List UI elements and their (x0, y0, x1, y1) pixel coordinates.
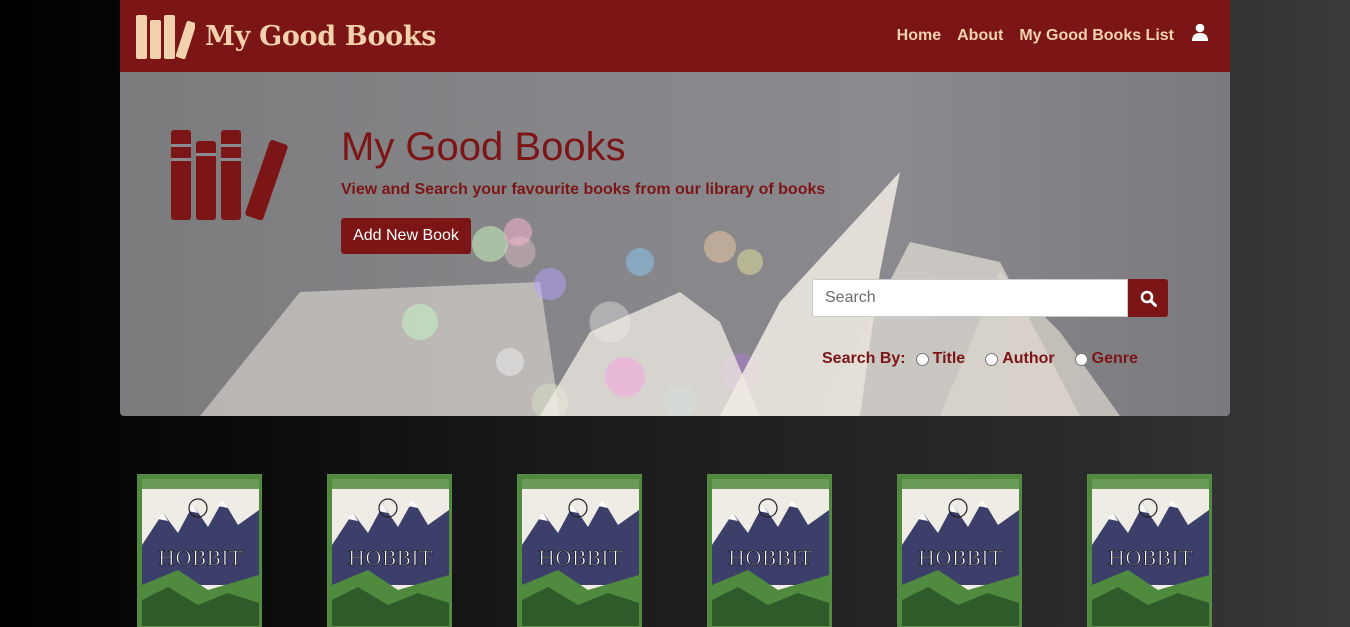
add-new-book-button[interactable]: Add New Book (341, 218, 471, 254)
book-cover-title: HOBBIT (538, 546, 623, 570)
book-cover-image: HOBBIT (138, 475, 261, 626)
hero-subtitle: View and Search your favourite books fro… (341, 181, 826, 198)
book-card[interactable]: HOBBIT (137, 474, 262, 627)
book-card[interactable]: HOBBIT (897, 474, 1022, 627)
book-card[interactable]: HOBBIT (517, 474, 642, 627)
search-by-title-option[interactable]: Title (915, 350, 966, 368)
book-grid: HOBBIT HOBBIT HOBBIT HOBBIT HOBBIT HOBBIT (0, 474, 1350, 627)
search-by-author-option[interactable]: Author (985, 350, 1055, 368)
navbar: My Good Books Home About My Good Books L… (120, 0, 1230, 72)
search-by-genre-option[interactable]: Genre (1074, 350, 1138, 368)
search-by-author-label: Author (1002, 350, 1055, 367)
book-cover-image: HOBBIT (328, 475, 451, 626)
book-cover-title: HOBBIT (728, 546, 813, 570)
search-by-genre-label: Genre (1091, 350, 1138, 367)
search-icon (1140, 290, 1157, 307)
book-cover-image: HOBBIT (518, 475, 641, 626)
hero-banner: My Good Books View and Search your favou… (120, 72, 1230, 416)
search-by-title-radio[interactable] (915, 352, 929, 366)
user-icon[interactable] (1192, 23, 1208, 45)
search-input[interactable] (812, 279, 1128, 317)
search-button[interactable] (1128, 279, 1168, 317)
book-cover-title: HOBBIT (348, 546, 433, 570)
nav-about[interactable]: About (957, 27, 1003, 45)
book-card[interactable]: HOBBIT (327, 474, 452, 627)
book-cover-image: HOBBIT (1088, 475, 1211, 626)
book-cover-image: HOBBIT (708, 475, 831, 626)
search-by-genre-radio[interactable] (1074, 352, 1088, 366)
hero-title: My Good Books (341, 125, 626, 169)
books-logo-large-icon (171, 130, 288, 220)
search-by-author-radio[interactable] (985, 352, 999, 366)
search-bar (812, 279, 1168, 317)
search-by-options: Search By: Title Author Genre (822, 350, 1158, 368)
book-cover-image: HOBBIT (898, 475, 1021, 626)
book-card[interactable]: HOBBIT (707, 474, 832, 627)
books-logo-icon (136, 15, 195, 59)
search-by-label: Search By: (822, 350, 906, 367)
book-cover-title: HOBBIT (158, 546, 243, 570)
brand-name: My Good Books (205, 20, 437, 52)
nav-home[interactable]: Home (897, 27, 941, 45)
search-by-title-label: Title (932, 350, 966, 367)
book-card[interactable]: HOBBIT (1087, 474, 1212, 627)
brand[interactable]: My Good Books (135, 12, 436, 60)
nav-links: Home About My Good Books List (881, 23, 1208, 47)
nav-my-good-books-list[interactable]: My Good Books List (1019, 27, 1174, 45)
book-cover-title: HOBBIT (1108, 546, 1193, 570)
book-cover-title: HOBBIT (918, 546, 1003, 570)
